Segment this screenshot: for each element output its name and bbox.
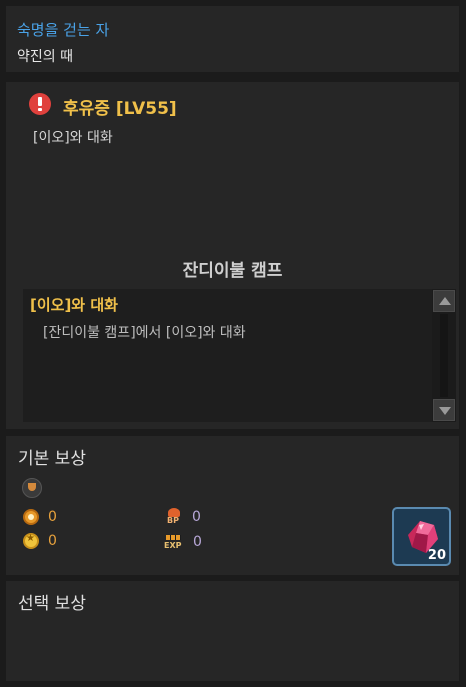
choice-reward-panel: 선택 보상 [6,581,459,681]
objective-box: [이오]와 대화 [잔디이불 캠프]에서 [이오]와 대화 [23,289,456,422]
quest-summary: [이오]와 대화 [33,130,113,146]
gold-reward-value: 0 [48,509,57,525]
objective-title: [이오]와 대화 [30,296,118,314]
series-name[interactable]: 숙명을 걷는 자 [17,19,109,40]
alert-icon [29,93,51,115]
quest-detail-panel: 후유증 [LV55] [이오]와 대화 잔디이불 캠프 [이오]와 대화 [잔디… [6,82,459,429]
quest-series-header: 숙명을 걷는 자 약진의 때 [6,6,459,72]
star-coin-reward: 0 [23,533,57,549]
gold-reward: 0 [23,509,57,525]
exp-reward-value: 0 [193,534,202,550]
scroll-track[interactable] [440,314,448,397]
basic-reward-panel: 기본 보상 0 0 0 0 20 [6,436,459,575]
basic-reward-title: 기본 보상 [18,449,86,469]
objective-scrollbar[interactable] [432,289,456,422]
exp-reward: 0 [164,533,202,551]
objective-description: [잔디이불 캠프]에서 [이오]와 대화 [43,325,246,341]
bp-reward-value: 0 [192,509,201,525]
quest-title: 후유증 [LV55] [63,99,177,119]
reward-item-slot[interactable]: 20 [392,507,451,566]
bp-reward: 0 [165,508,201,526]
item-count: 20 [427,548,446,563]
chapter-name: 약진의 때 [17,49,73,65]
scroll-down-button[interactable] [433,399,455,421]
choice-reward-title: 선택 보상 [18,594,86,614]
scroll-up-button[interactable] [433,290,455,312]
gold-coin-icon [23,509,39,525]
bp-icon [165,508,183,526]
exp-icon [164,533,184,551]
quest-location: 잔디이불 캠프 [182,261,283,281]
trophy-icon [22,478,42,498]
star-coin-icon [23,533,39,549]
star-coin-reward-value: 0 [48,533,57,549]
